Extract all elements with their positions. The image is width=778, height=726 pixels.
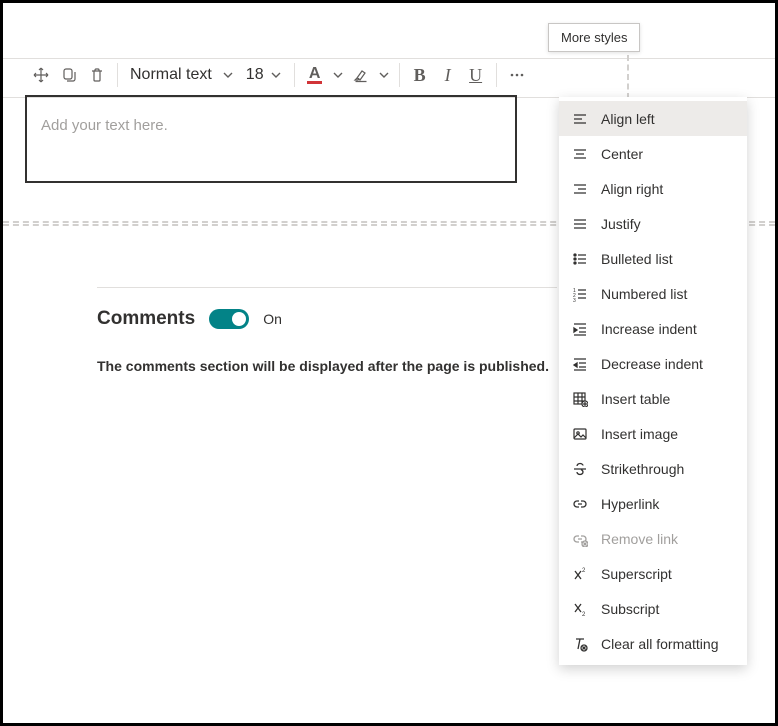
move-icon xyxy=(32,66,50,84)
svg-text:3: 3 xyxy=(573,298,576,302)
decrease-indent-icon xyxy=(571,355,589,373)
trash-icon xyxy=(88,66,106,84)
menu-item-hyperlink[interactable]: Hyperlink xyxy=(559,486,747,521)
comments-title: Comments xyxy=(97,308,195,330)
menu-item-insert-image[interactable]: Insert image xyxy=(559,416,747,451)
image-icon xyxy=(571,425,589,443)
menu-item-subscript[interactable]: 2 Subscript xyxy=(559,591,747,626)
menu-item-label: Align left xyxy=(601,111,655,127)
superscript-icon: 2 xyxy=(571,565,589,583)
menu-item-label: Bulleted list xyxy=(601,251,673,267)
menu-item-insert-table[interactable]: Insert table xyxy=(559,381,747,416)
highlight-color-chevron[interactable] xyxy=(375,61,393,89)
menu-item-label: Center xyxy=(601,146,643,162)
more-styles-menu: Align left Center Align right Justify Bu… xyxy=(559,97,747,665)
chevron-down-icon xyxy=(378,69,390,81)
separator xyxy=(399,63,400,87)
text-editor-area[interactable]: Add your text here. xyxy=(25,95,517,183)
increase-indent-icon xyxy=(571,320,589,338)
align-left-icon xyxy=(571,110,589,128)
comments-description: The comments section will be displayed a… xyxy=(97,358,595,374)
duplicate-icon xyxy=(60,66,78,84)
menu-item-align-left[interactable]: Align left xyxy=(559,101,747,136)
menu-item-clear-formatting[interactable]: Clear all formatting xyxy=(559,626,747,661)
numbered-list-icon: 123 xyxy=(571,285,589,303)
menu-item-label: Justify xyxy=(601,216,641,232)
menu-item-numbered-list[interactable]: 123 Numbered list xyxy=(559,276,747,311)
svg-text:2: 2 xyxy=(582,568,586,574)
editor-placeholder: Add your text here. xyxy=(41,117,168,134)
font-color-icon: A xyxy=(307,67,323,84)
justify-icon xyxy=(571,215,589,233)
menu-item-label: Hyperlink xyxy=(601,496,659,512)
chevron-down-icon xyxy=(222,69,234,81)
duplicate-button[interactable] xyxy=(55,61,83,89)
chevron-down-icon xyxy=(270,69,282,81)
link-icon xyxy=(571,495,589,513)
menu-item-strikethrough[interactable]: Strikethrough xyxy=(559,451,747,486)
menu-item-label: Strikethrough xyxy=(601,461,684,477)
italic-icon: I xyxy=(445,65,451,86)
menu-item-label: Numbered list xyxy=(601,286,687,302)
bold-button[interactable]: B xyxy=(406,61,434,89)
editor-toolbar: Normal text 18 A xyxy=(27,59,531,91)
column-guide xyxy=(627,55,629,99)
highlight-icon xyxy=(352,66,370,84)
text-style-label: Normal text xyxy=(130,66,212,84)
comments-toggle[interactable] xyxy=(209,309,249,329)
menu-item-label: Insert image xyxy=(601,426,678,442)
comments-toggle-label: On xyxy=(263,311,282,327)
comments-section: Comments On The comments section will be… xyxy=(97,287,595,374)
font-color-chevron[interactable] xyxy=(329,61,347,89)
more-styles-button[interactable] xyxy=(503,61,531,89)
divider xyxy=(97,287,557,288)
table-icon xyxy=(571,390,589,408)
menu-item-label: Insert table xyxy=(601,391,670,407)
text-style-dropdown[interactable]: Normal text xyxy=(124,66,240,84)
menu-item-label: Superscript xyxy=(601,566,672,582)
separator xyxy=(117,63,118,87)
app-frame: More styles Normal text 18 xyxy=(0,0,778,726)
align-center-icon xyxy=(571,145,589,163)
menu-item-label: Decrease indent xyxy=(601,356,703,372)
font-color-button[interactable]: A xyxy=(301,61,329,89)
toggle-knob xyxy=(232,312,246,326)
menu-item-label: Clear all formatting xyxy=(601,636,719,652)
menu-item-label: Remove link xyxy=(601,531,678,547)
bold-icon: B xyxy=(414,65,426,86)
menu-item-decrease-indent[interactable]: Decrease indent xyxy=(559,346,747,381)
strikethrough-icon xyxy=(571,460,589,478)
svg-text:2: 2 xyxy=(582,612,586,617)
menu-item-label: Align right xyxy=(601,181,663,197)
menu-item-bulleted-list[interactable]: Bulleted list xyxy=(559,241,747,276)
menu-item-center[interactable]: Center xyxy=(559,136,747,171)
font-size-value: 18 xyxy=(246,66,264,84)
tooltip-more-styles: More styles xyxy=(548,23,640,52)
menu-item-label: Subscript xyxy=(601,601,659,617)
menu-item-increase-indent[interactable]: Increase indent xyxy=(559,311,747,346)
clear-format-icon xyxy=(571,635,589,653)
highlight-color-button[interactable] xyxy=(347,61,375,89)
align-right-icon xyxy=(571,180,589,198)
menu-item-justify[interactable]: Justify xyxy=(559,206,747,241)
separator xyxy=(496,63,497,87)
ellipsis-icon xyxy=(508,66,526,84)
menu-item-align-right[interactable]: Align right xyxy=(559,171,747,206)
menu-item-superscript[interactable]: 2 Superscript xyxy=(559,556,747,591)
underline-icon: U xyxy=(469,65,482,86)
move-button[interactable] xyxy=(27,61,55,89)
subscript-icon: 2 xyxy=(571,600,589,618)
italic-button[interactable]: I xyxy=(434,61,462,89)
underline-button[interactable]: U xyxy=(462,61,490,89)
menu-item-label: Increase indent xyxy=(601,321,697,337)
separator xyxy=(294,63,295,87)
menu-item-remove-link: Remove link xyxy=(559,521,747,556)
font-size-dropdown[interactable]: 18 xyxy=(240,66,288,84)
remove-link-icon xyxy=(571,530,589,548)
chevron-down-icon xyxy=(332,69,344,81)
delete-button[interactable] xyxy=(83,61,111,89)
bullet-list-icon xyxy=(571,250,589,268)
